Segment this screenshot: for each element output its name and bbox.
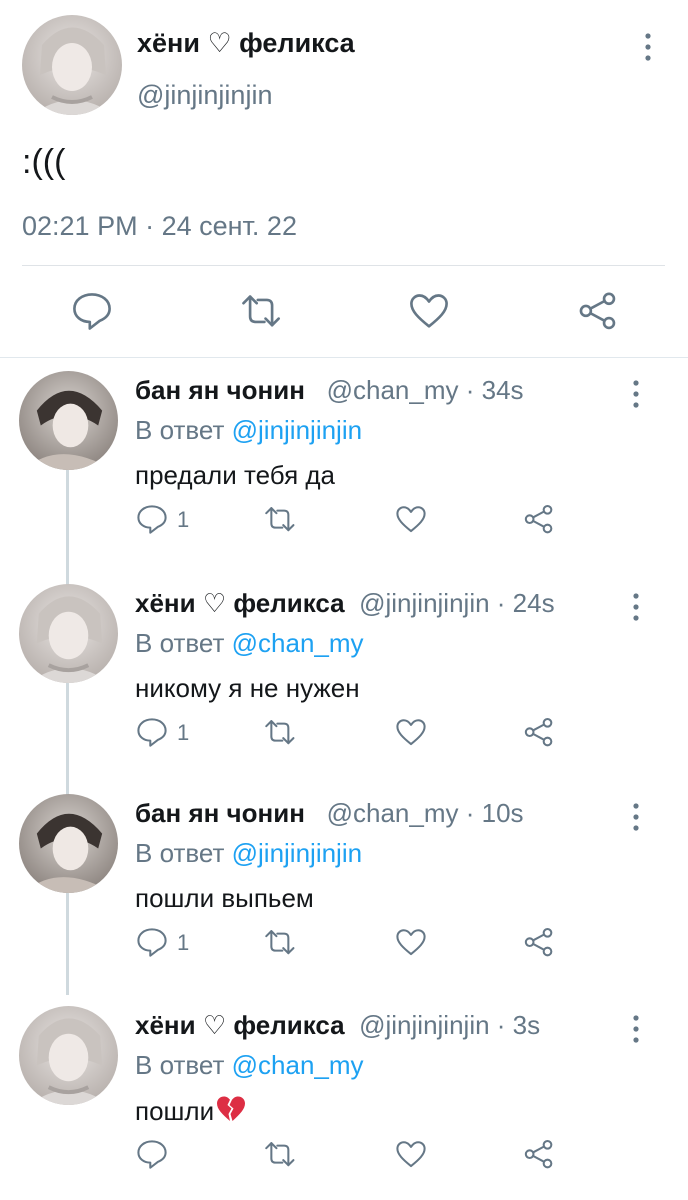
reply-count: 1	[177, 930, 190, 955]
reply-text: пошли выпьем	[135, 883, 314, 913]
retweet-icon[interactable]	[262, 1137, 296, 1173]
reply-icon	[137, 505, 167, 534]
reply-header: хёни ♡ феликса @jinjinjinjin · 24s	[135, 588, 555, 619]
reply-age: 10s	[481, 798, 524, 828]
retweet-icon[interactable]	[262, 502, 296, 538]
like-icon[interactable]	[407, 290, 451, 334]
more-icon[interactable]	[636, 30, 660, 70]
retweet-icon[interactable]	[262, 925, 296, 961]
like-icon[interactable]	[394, 925, 428, 961]
reply-tweet[interactable]: бан ян чонин @chan_my · 34s В ответ @jin…	[0, 359, 688, 571]
reply-to-line: В ответ @jinjinjinjin	[135, 838, 362, 869]
author-name[interactable]: бан ян чонин	[135, 375, 305, 405]
reply-to-line: В ответ @chan_my	[135, 1050, 364, 1081]
author-handle[interactable]: @jinjinjinjin	[137, 80, 272, 111]
divider	[22, 265, 665, 266]
like-icon[interactable]	[394, 715, 428, 751]
more-icon[interactable]	[624, 800, 648, 834]
main-tweet[interactable]: хёни ♡ феликса @jinjinjinjin :((( 02:21 …	[0, 0, 688, 357]
reply-to-link[interactable]: @jinjinjinjin	[232, 838, 362, 868]
tweet-time: 02:21 PM	[22, 211, 138, 241]
share-icon[interactable]	[522, 925, 556, 961]
author-handle[interactable]: @chan_my · 34s	[312, 375, 524, 405]
reply-count: 1	[177, 507, 190, 532]
reply-tweet[interactable]: хёни ♡ феликса @jinjinjinjin · 24s В отв…	[0, 572, 688, 784]
reply-button[interactable]: 1	[135, 502, 189, 538]
more-icon[interactable]	[624, 1012, 648, 1046]
avatar[interactable]	[19, 1006, 118, 1105]
reply-tweet[interactable]: хёни ♡ феликса @jinjinjinjin · 3s В отве…	[0, 994, 688, 1200]
handle-text[interactable]: @jinjinjinjin	[359, 588, 489, 618]
reply-to-line: В ответ @chan_my	[135, 628, 364, 659]
reply-prefix: В ответ	[135, 628, 225, 658]
reply-count: 1	[177, 720, 190, 745]
author-name[interactable]: бан ян чонин	[135, 798, 305, 828]
share-icon[interactable]	[576, 290, 620, 334]
avatar[interactable]	[19, 794, 118, 893]
reply-prefix: В ответ	[135, 415, 225, 445]
reply-header: бан ян чонин @chan_my · 10s	[135, 798, 524, 829]
reply-icon[interactable]	[70, 290, 114, 334]
reply-icon	[137, 928, 167, 957]
share-icon[interactable]	[522, 715, 556, 751]
like-icon[interactable]	[394, 502, 428, 538]
tweet-text: :(((	[22, 143, 66, 181]
avatar-image	[19, 371, 118, 470]
tweet-timestamp: 02:21 PM · 24 сент. 22	[22, 211, 297, 242]
retweet-icon[interactable]	[238, 290, 282, 334]
reply-button[interactable]	[135, 1137, 177, 1173]
reply-age: 24s	[512, 588, 555, 618]
more-icon[interactable]	[624, 590, 648, 624]
section-divider	[0, 357, 688, 358]
reply-icon	[137, 718, 167, 747]
handle-text[interactable]: @chan_my	[327, 798, 459, 828]
avatar-image	[19, 794, 118, 893]
retweet-icon[interactable]	[262, 715, 296, 751]
share-icon[interactable]	[522, 502, 556, 538]
avatar-image	[19, 1006, 118, 1105]
reply-text-container: пошли	[135, 1095, 246, 1127]
reply-text: предали тебя да	[135, 460, 336, 490]
reply-button[interactable]: 1	[135, 715, 189, 751]
avatar-image	[22, 15, 122, 115]
avatar[interactable]	[19, 371, 118, 470]
reply-text: пошли	[135, 1096, 215, 1126]
reply-to-link[interactable]: @chan_my	[232, 628, 364, 658]
reply-button[interactable]: 1	[135, 925, 189, 961]
reply-prefix: В ответ	[135, 838, 225, 868]
avatar-image	[19, 584, 118, 683]
meta-dot: ·	[145, 211, 162, 241]
share-icon[interactable]	[522, 1137, 556, 1173]
reply-header: бан ян чонин @chan_my · 34s	[135, 375, 524, 406]
reply-text: никому я не нужен	[135, 673, 360, 703]
tweet-date: 24 сент. 22	[161, 211, 297, 241]
author-handle[interactable]: @jinjinjinjin · 3s	[352, 1010, 540, 1040]
author-handle[interactable]: @chan_my · 10s	[312, 798, 524, 828]
handle-text[interactable]: @chan_my	[327, 375, 459, 405]
reply-to-link[interactable]: @jinjinjinjin	[232, 415, 362, 445]
avatar[interactable]	[22, 15, 122, 115]
avatar[interactable]	[19, 584, 118, 683]
handle-text[interactable]: @jinjinjinjin	[359, 1010, 489, 1040]
reply-prefix: В ответ	[135, 1050, 225, 1080]
reply-age: 34s	[481, 375, 524, 405]
more-icon[interactable]	[624, 377, 648, 411]
reply-to-line: В ответ @jinjinjinjin	[135, 415, 362, 446]
author-name[interactable]: хёни ♡ феликса	[135, 1010, 345, 1040]
author-handle[interactable]: @jinjinjinjin · 24s	[352, 588, 555, 618]
reply-age: 3s	[512, 1010, 541, 1040]
author-name[interactable]: хёни ♡ феликса	[137, 28, 355, 59]
reply-icon	[137, 1140, 167, 1169]
broken-heart-emoji	[216, 1095, 246, 1123]
like-icon[interactable]	[394, 1137, 428, 1173]
reply-tweet[interactable]: бан ян чонин @chan_my · 10s В ответ @jin…	[0, 782, 688, 994]
reply-header: хёни ♡ феликса @jinjinjinjin · 3s	[135, 1010, 540, 1041]
author-name[interactable]: хёни ♡ феликса	[135, 588, 345, 618]
reply-to-link[interactable]: @chan_my	[232, 1050, 364, 1080]
